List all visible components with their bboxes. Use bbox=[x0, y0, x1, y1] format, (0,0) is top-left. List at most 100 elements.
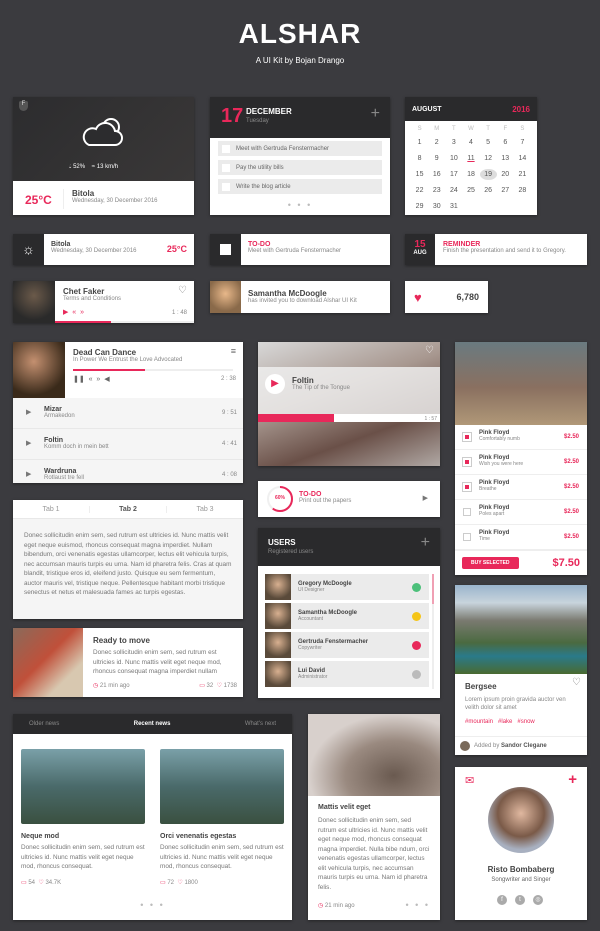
play-button[interactable]: ▶ bbox=[265, 374, 285, 394]
heart-icon[interactable]: ♡ bbox=[38, 880, 43, 886]
mail-icon[interactable]: ✉ bbox=[465, 774, 474, 787]
tag[interactable]: #lake bbox=[498, 719, 512, 725]
shop-item[interactable]: Pink Floyd Poles apart $2.50 bbox=[455, 500, 587, 525]
calendar-day[interactable]: 7 bbox=[514, 137, 531, 148]
progress-bar[interactable] bbox=[258, 414, 335, 422]
menu-icon[interactable]: ≡ bbox=[231, 346, 236, 356]
shop-item[interactable]: Pink Floyd Breathe $2.50 bbox=[455, 475, 587, 500]
checkbox[interactable] bbox=[462, 457, 472, 467]
play-icon[interactable]: ▶ bbox=[63, 309, 68, 316]
news-item[interactable]: Neque mod Donec sollicitudin enim sem, s… bbox=[21, 749, 145, 886]
calendar-day[interactable]: 10 bbox=[445, 153, 462, 164]
calendar-day[interactable]: 21 bbox=[514, 169, 531, 180]
playlist-item[interactable]: ▶ Wardruna Rotlaust tre fell 4 : 08 bbox=[13, 460, 243, 483]
facebook-icon[interactable]: f bbox=[497, 895, 507, 905]
tag[interactable]: #snow bbox=[517, 719, 534, 725]
news-item[interactable]: Orci venenatis egestas Donec sollicitudi… bbox=[160, 749, 284, 886]
checkbox[interactable] bbox=[220, 244, 231, 255]
heart-icon[interactable]: ♡ bbox=[217, 683, 222, 689]
add-user-icon[interactable]: + bbox=[421, 534, 430, 552]
play-icon[interactable]: ▶ bbox=[26, 408, 31, 416]
checkbox[interactable] bbox=[463, 508, 471, 516]
add-icon[interactable]: + bbox=[371, 105, 380, 123]
calendar-day[interactable]: 11 bbox=[462, 153, 479, 164]
progress-bar[interactable] bbox=[55, 321, 111, 323]
play-icon[interactable]: ▶ bbox=[26, 470, 31, 478]
todo-item[interactable]: Pay the utility bills bbox=[218, 160, 382, 175]
comment-icon[interactable]: ▭ bbox=[160, 880, 166, 886]
heart-icon[interactable]: ♥ bbox=[414, 290, 422, 305]
todo-item[interactable]: Meet with Gertruda Fenstermacher bbox=[218, 141, 382, 156]
forward-icon[interactable]: » bbox=[80, 309, 84, 316]
calendar-day[interactable]: 9 bbox=[428, 153, 445, 164]
play-icon[interactable]: ▶ bbox=[423, 494, 428, 502]
comment-icon[interactable]: ▭ bbox=[21, 880, 27, 886]
add-icon[interactable]: + bbox=[568, 771, 577, 788]
heart-icon[interactable]: ♡ bbox=[572, 677, 581, 688]
calendar-day[interactable]: 8 bbox=[411, 153, 428, 164]
calendar-day[interactable]: 15 bbox=[411, 169, 428, 180]
user-row[interactable]: Samantha McDoogle Accountant bbox=[265, 603, 429, 629]
calendar-day[interactable]: 12 bbox=[480, 153, 497, 164]
checkbox[interactable] bbox=[462, 482, 472, 492]
calendar-day[interactable]: 28 bbox=[514, 185, 531, 196]
playlist-item[interactable]: ▶ Mizar Armakedon 9 : 51 bbox=[13, 398, 243, 429]
comment-icon[interactable]: ▭ bbox=[199, 683, 205, 689]
tab-3[interactable]: Tab 3 bbox=[167, 506, 243, 513]
playlist-item[interactable]: ▶ Foltin Komm doch in mein bett 4 : 41 bbox=[13, 429, 243, 460]
checkbox[interactable] bbox=[462, 432, 472, 442]
calendar-day[interactable]: 26 bbox=[480, 185, 497, 196]
buy-selected-button[interactable]: BUY SELECTED bbox=[462, 557, 519, 569]
progress-bar[interactable] bbox=[73, 369, 145, 371]
calendar-day[interactable]: 3 bbox=[445, 137, 462, 148]
invite-notification[interactable]: Samantha McDoogle has invited you to down… bbox=[210, 281, 390, 313]
twitter-icon[interactable]: t bbox=[515, 895, 525, 905]
heart-icon[interactable]: ♡ bbox=[178, 285, 187, 296]
instagram-icon[interactable]: ◎ bbox=[533, 895, 543, 905]
calendar-day[interactable]: 20 bbox=[497, 169, 514, 180]
user-row[interactable]: Gertruda Fenstermacher Copywriter bbox=[265, 632, 429, 658]
tab-whats-next[interactable]: What's next bbox=[245, 721, 276, 727]
calendar-day[interactable]: 2 bbox=[428, 137, 445, 148]
shop-item[interactable]: Pink Floyd Time $2.50 bbox=[455, 525, 587, 550]
calendar-day[interactable]: 18 bbox=[462, 169, 479, 180]
more-dots[interactable]: • • • bbox=[406, 900, 430, 910]
calendar-day[interactable]: 6 bbox=[497, 137, 514, 148]
checkbox[interactable] bbox=[222, 163, 230, 172]
calendar-day[interactable]: 22 bbox=[411, 185, 428, 196]
pause-icon[interactable]: ❚❚ bbox=[73, 376, 85, 383]
calendar-day[interactable]: 30 bbox=[428, 201, 445, 212]
calendar-day[interactable]: 19 bbox=[479, 169, 497, 180]
more-dots[interactable]: • • • bbox=[210, 200, 390, 210]
volume-icon[interactable]: ◀ bbox=[104, 376, 109, 383]
rewind-icon[interactable]: « bbox=[89, 376, 93, 383]
tab-older-news[interactable]: Older news bbox=[29, 721, 59, 727]
tab-recent-news[interactable]: Recent news bbox=[134, 721, 171, 727]
calendar-day[interactable]: 1 bbox=[411, 137, 428, 148]
user-row[interactable]: Gregory McDoogle UI Designer bbox=[265, 574, 429, 600]
calendar-day[interactable]: 23 bbox=[428, 185, 445, 196]
calendar-day[interactable]: 24 bbox=[445, 185, 462, 196]
calendar-day[interactable]: 25 bbox=[462, 185, 479, 196]
rewind-icon[interactable]: « bbox=[72, 309, 76, 316]
calendar-day[interactable]: 5 bbox=[480, 137, 497, 148]
tag[interactable]: #mountain bbox=[465, 719, 493, 725]
forward-icon[interactable]: » bbox=[96, 376, 100, 383]
calendar-day[interactable]: 29 bbox=[411, 201, 428, 212]
heart-icon[interactable]: ♡ bbox=[177, 880, 182, 886]
calendar-day[interactable]: 27 bbox=[497, 185, 514, 196]
user-row[interactable]: Lui David Administrator bbox=[265, 661, 429, 687]
todo-item[interactable]: Write the blog article bbox=[218, 179, 382, 194]
calendar-day[interactable]: 14 bbox=[514, 153, 531, 164]
calendar-day[interactable]: 31 bbox=[445, 201, 462, 212]
calendar-day[interactable]: 17 bbox=[445, 169, 462, 180]
tab-1[interactable]: Tab 1 bbox=[13, 505, 90, 513]
calendar-day[interactable]: 13 bbox=[497, 153, 514, 164]
scrollbar[interactable] bbox=[432, 574, 434, 689]
play-icon[interactable]: ▶ bbox=[26, 439, 31, 447]
calendar-day[interactable]: 16 bbox=[428, 169, 445, 180]
heart-icon[interactable]: ♡ bbox=[425, 345, 434, 356]
author-name[interactable]: Sandor Clegane bbox=[501, 743, 547, 749]
shop-item[interactable]: Pink Floyd Wish you were here $2.50 bbox=[455, 450, 587, 475]
shop-item[interactable]: Pink Floyd Comfortably numb $2.50 bbox=[455, 425, 587, 450]
